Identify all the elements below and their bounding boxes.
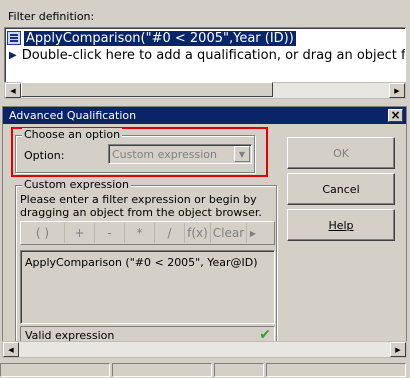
close-icon[interactable]: × bbox=[388, 109, 403, 122]
filter-expression-row[interactable]: ApplyComparison("#0 < 2005",Year (ID)) bbox=[7, 29, 297, 47]
filter-horizontal-scrollbar[interactable]: ◀ ▶ bbox=[4, 82, 406, 99]
choose-option-group: Choose an option Option: Custom expressi… bbox=[15, 128, 255, 173]
clear-button[interactable]: Clear bbox=[211, 223, 247, 243]
bottom-horizontal-scrollbar[interactable]: ◀ ▶ bbox=[2, 341, 407, 358]
advanced-qualification-dialog: Advanced Qualification × Choose an optio… bbox=[2, 106, 407, 358]
choose-option-legend: Choose an option bbox=[22, 128, 123, 141]
status-cell bbox=[0, 363, 110, 377]
expression-editor[interactable]: ApplyComparison ("#0 < 2005", Year@ID) bbox=[20, 250, 275, 324]
filter-hint-row[interactable]: ▶ Double-click here to add a qualificati… bbox=[7, 47, 406, 63]
parentheses-button[interactable]: ( ) bbox=[21, 223, 65, 243]
custom-expression-group: Custom expression Please enter a filter … bbox=[15, 178, 277, 357]
scroll-left-icon[interactable]: ◀ bbox=[5, 83, 21, 98]
scroll-thumb[interactable] bbox=[21, 82, 273, 97]
scroll-right-icon[interactable]: ▶ bbox=[389, 83, 405, 98]
multiply-button[interactable]: * bbox=[125, 223, 155, 243]
filter-expression-icon bbox=[7, 31, 21, 45]
expression-help-text: Please enter a filter expression or begi… bbox=[20, 193, 262, 219]
filter-definition-label: Filter definition: bbox=[8, 10, 95, 23]
validation-text: Valid expression bbox=[25, 328, 115, 342]
dialog-title: Advanced Qualification bbox=[9, 109, 137, 122]
status-cell bbox=[112, 363, 212, 377]
status-strip bbox=[0, 362, 410, 378]
ok-button[interactable]: OK bbox=[287, 137, 395, 169]
option-label: Option: bbox=[24, 149, 65, 162]
scroll-track[interactable] bbox=[21, 82, 389, 98]
custom-expression-legend: Custom expression bbox=[22, 178, 131, 191]
cancel-button[interactable]: Cancel bbox=[287, 173, 395, 205]
scroll-track[interactable] bbox=[19, 342, 390, 357]
bullet-arrow-icon: ▶ bbox=[9, 49, 17, 61]
expression-toolbar: ( ) + - * / f(x) Clear ▶ bbox=[20, 221, 275, 245]
option-select-value: Custom expression bbox=[112, 147, 217, 161]
plus-button[interactable]: + bbox=[65, 223, 95, 243]
filter-expression-text[interactable]: ApplyComparison("#0 < 2005",Year (ID)) bbox=[23, 29, 297, 47]
scroll-right-icon[interactable]: ▶ bbox=[390, 342, 406, 357]
filter-hint-text: Double-click here to add a qualification… bbox=[21, 47, 406, 63]
scroll-left-icon[interactable]: ◀ bbox=[3, 342, 19, 357]
status-cell bbox=[266, 363, 406, 377]
status-cell bbox=[214, 363, 264, 377]
toolbar-more-icon[interactable]: ▶ bbox=[247, 223, 259, 243]
minus-button[interactable]: - bbox=[95, 223, 125, 243]
chevron-down-icon[interactable]: ▼ bbox=[234, 146, 250, 162]
help-button[interactable]: Help bbox=[287, 209, 395, 241]
dialog-titlebar[interactable]: Advanced Qualification bbox=[3, 107, 406, 124]
divide-button[interactable]: / bbox=[155, 223, 185, 243]
option-select[interactable]: Custom expression ▼ bbox=[108, 144, 252, 164]
function-button[interactable]: f(x) bbox=[185, 223, 211, 243]
